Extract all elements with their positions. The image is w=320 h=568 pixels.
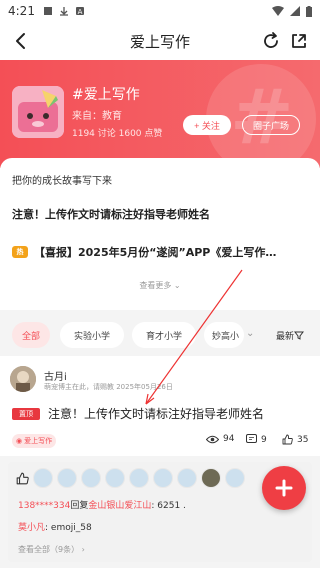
download-icon — [59, 7, 68, 16]
comment-2[interactable]: 莫小凡: emoji_58 — [18, 520, 92, 533]
chevron-down-icon: ⌄ — [173, 281, 181, 290]
liker-avatar[interactable] — [177, 468, 197, 488]
likes-stat[interactable]: 35 — [282, 434, 308, 445]
circle-title: #爱上写作 — [72, 87, 140, 103]
eye-icon — [206, 435, 219, 443]
status-bar: 4:21 A — [0, 0, 320, 22]
author-name[interactable]: 古月i — [44, 368, 67, 383]
liker-avatar[interactable] — [81, 468, 101, 488]
comment-2-text: : emoji_58 — [45, 523, 92, 533]
battery-icon — [306, 5, 312, 17]
circle-source: 来自：教育 — [72, 111, 122, 122]
circle-tag-icon: ◉ — [16, 437, 23, 445]
views-count: 94 — [223, 434, 235, 444]
pinned-badge: 置顶 — [12, 408, 40, 420]
signal-icon — [290, 6, 300, 16]
create-post-button[interactable] — [262, 466, 306, 510]
refresh-icon[interactable] — [260, 30, 282, 52]
thumbs-up-icon — [282, 434, 293, 445]
plus-icon — [275, 479, 293, 497]
comment-2-author[interactable]: 莫小凡 — [18, 523, 45, 533]
comment-icon — [246, 434, 257, 443]
comment-1-target[interactable]: 金山银山爱江山 — [88, 501, 151, 511]
view-all-comments-link[interactable]: 查看全部（9条） › — [18, 544, 85, 555]
see-more-link[interactable]: 查看更多 ⌄ — [0, 280, 320, 291]
circle-header: #爱上写作 来自：教育 1194 讨论 1600 点赞 + 关注 圈子广场 — [0, 60, 320, 168]
liker-avatar[interactable] — [33, 468, 53, 488]
post-item[interactable]: 古月i 萌宠博主在此，请赐教 2025年05月26日 置顶 注意！上传作文时请标… — [0, 356, 320, 456]
tab-shiyan[interactable]: 实验小学 — [60, 322, 124, 348]
likes-count: 35 — [297, 434, 309, 445]
liker-avatars — [16, 468, 245, 488]
sort-selector[interactable]: 最新 — [276, 322, 305, 348]
post-tag-label: 爱上写作 — [24, 437, 53, 445]
liker-avatar[interactable] — [201, 468, 221, 488]
back-arrow-icon[interactable] — [10, 30, 32, 52]
liker-avatar[interactable] — [225, 468, 245, 488]
follow-button[interactable]: + 关注 — [183, 115, 231, 135]
tab-all[interactable]: 全部 — [12, 322, 50, 348]
intro-text: 把你的成长故事写下来 — [12, 176, 112, 187]
svg-text:A: A — [78, 8, 83, 16]
circle-square-button[interactable]: 圈子广场 — [242, 115, 300, 135]
app-notification-icon: A — [75, 7, 84, 16]
notification-icon — [43, 7, 52, 15]
comments-count: 9 — [261, 434, 267, 445]
post-tag[interactable]: ◉ 爱上写作 — [12, 434, 57, 448]
sort-label: 最新 — [276, 331, 295, 342]
comment-1-author[interactable]: 138****334 — [18, 501, 70, 511]
hot-badge-icon: 热 — [12, 246, 28, 258]
thumbs-up-icon — [16, 472, 29, 484]
pinned-post-1[interactable]: 注意！上传作文时请标注好指导老师姓名 — [12, 206, 210, 222]
pinned-post-2-label: 【喜报】2025年5月份“遂阅”APP《爱上写作… — [34, 246, 277, 259]
comment-1-verb: 回复 — [70, 501, 89, 511]
comment-1-text: : 6251 . — [151, 501, 186, 511]
tab-yucai[interactable]: 育才小学 — [132, 322, 196, 348]
nav-bar: 爱上写作 — [0, 22, 320, 60]
chevron-right-icon: › — [81, 545, 85, 554]
views-stat: 94 — [206, 434, 234, 444]
see-more-label: 查看更多 — [139, 281, 172, 290]
filter-tabs: 全部 实验小学 育才小学 妙高小 ⌄ 最新 — [0, 322, 320, 352]
tabs-expand-icon[interactable]: ⌄ — [246, 328, 254, 339]
comments-stat[interactable]: 9 — [246, 434, 267, 445]
liker-avatar[interactable] — [129, 468, 149, 488]
status-icons-left: A — [43, 6, 85, 16]
wifi-icon — [272, 6, 284, 16]
post-title[interactable]: 注意！上传作文时请标注好指导老师姓名 — [48, 405, 264, 422]
share-icon[interactable] — [288, 30, 310, 52]
author-avatar[interactable] — [10, 366, 36, 392]
status-time: 4:21 — [8, 4, 35, 18]
circle-stats: 1194 讨论 1600 点赞 — [72, 129, 163, 139]
filter-icon — [294, 331, 305, 340]
circle-avatar — [12, 86, 64, 138]
post-meta: 萌宠博主在此，请赐教 2025年05月26日 — [44, 383, 173, 391]
liker-avatar[interactable] — [153, 468, 173, 488]
status-icons-right — [272, 5, 312, 17]
liker-avatar[interactable] — [105, 468, 125, 488]
liker-avatar[interactable] — [57, 468, 77, 488]
comment-1[interactable]: 138****334回复金山银山爱江山: 6251 . — [18, 498, 186, 511]
intro-card: 把你的成长故事写下来 注意！上传作文时请标注好指导老师姓名 热 【喜报】2025… — [0, 158, 320, 310]
view-all-label: 查看全部（9条） — [18, 545, 80, 554]
tab-miaogao[interactable]: 妙高小 — [204, 322, 244, 348]
pinned-post-2[interactable]: 热 【喜报】2025年5月份“遂阅”APP《爱上写作… — [12, 244, 276, 260]
